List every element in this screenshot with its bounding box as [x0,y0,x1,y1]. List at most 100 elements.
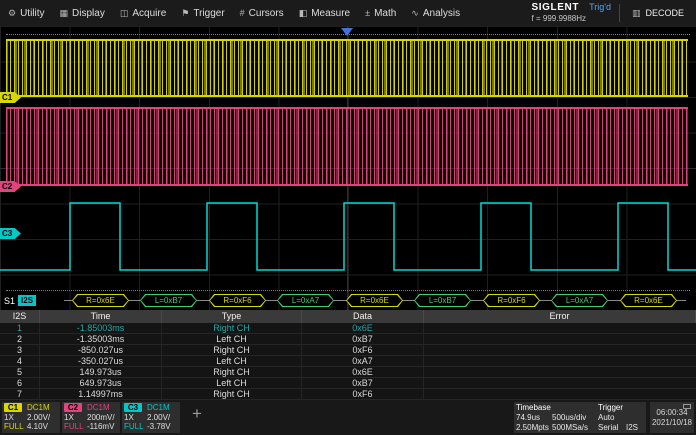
decode-button-label: DECODE [645,8,684,18]
c2-chip: C2 [64,403,82,413]
menu-trigger[interactable]: ⚑ Trigger [181,8,224,19]
c3-scale: 2.00V/ [147,412,171,422]
decode-table: I2S Time Type Data Error 1 -1.85003ms Righ… [0,310,696,400]
c3-bandwidth: FULL [124,422,144,432]
sample-rate: 500MSa/s [552,423,589,433]
math-icon: ± [365,8,371,18]
measure-icon: ◧ [298,7,308,18]
c2-scale: 200mV/ [87,412,115,422]
col-data: Data [302,310,424,323]
col-protocol: I2S [0,310,40,323]
menu-display[interactable]: ▦ Display [60,8,105,19]
menubar-right: SIGLENT Trig'd f = 999.9988Hz ▥ DECODE [532,2,688,24]
decode-bubble: R=0x6E [620,294,677,307]
timebase-memory: 2.50Mpts [516,423,549,433]
decode-bubble: L=0xB7 [140,294,197,307]
device-icon [683,404,691,409]
cursors-icon: # [239,8,245,18]
menu-bar: ⚙ Utility ▦ Display ◫ Acquire ⚑ Trigger … [0,0,696,26]
channel-box-c1[interactable]: C1 DC1M 1X 2.00V/ FULL 4.10V [2,402,60,433]
c2-probe: 1X [64,412,74,422]
decode-icon: ▥ [631,7,641,18]
display-icon: ▦ [59,7,69,18]
bus-prefix: S1 [4,295,16,306]
c1-scale: 2.00V/ [27,412,51,422]
menu-cursors-label: Cursors [248,7,284,19]
menu-analysis[interactable]: ∿ Analysis [411,8,460,19]
crosshair-icon: + [192,404,202,423]
c3-offset: -3.78V [147,422,171,432]
timebase-title: Timebase [516,402,551,412]
col-type: Type [162,310,302,323]
siglent-logo: SIGLENT [531,2,580,13]
trigger-status: Trig'd [589,2,611,12]
c3-coupling: DC1M [147,403,170,413]
decode-bubble: R=0x6E [346,294,403,307]
clock-panel: 06:00:34 2021/10/18 [650,402,694,433]
table-row[interactable]: 7 1.14997ms Right CH 0xF6 [0,389,696,400]
col-time: Time [40,310,162,323]
decode-bubble: L=0xA7 [551,294,608,307]
c3-probe: 1X [124,412,134,422]
c1-offset: 4.10V [27,422,48,432]
trigger-position-marker[interactable] [341,28,353,36]
trigger-type: Serial [598,423,619,433]
c3-waveform [0,202,696,271]
table-row[interactable]: 1 -1.85003ms Right CH 0x6E [0,323,696,334]
timebase-delay: 74.9us [516,412,541,422]
menu-trigger-label: Trigger [193,7,225,19]
c2-offset: -116mV [87,422,115,432]
channel-box-c2[interactable]: C2 DC1M 1X 200mV/ FULL -116mV [62,402,120,433]
menu-acquire-label: Acquire [132,7,167,19]
c1-probe: 1X [4,412,14,422]
menu-analysis-label: Analysis [422,7,461,19]
menu-measure-label: Measure [311,7,351,19]
status-bar: C1 DC1M 1X 2.00V/ FULL 4.10V C2 DC1M 1X … [0,400,696,435]
menu-measure[interactable]: ◧ Measure [299,8,350,19]
clock-time: 06:00:34 [656,407,688,417]
trigger-frequency-readout: f = 999.9988Hz [531,14,587,23]
table-row[interactable]: 3 -850.027us Right CH 0xF6 [0,345,696,356]
menu-display-label: Display [72,7,105,19]
decode-bubble: R=0xF6 [483,294,540,307]
menubar-divider [618,4,620,22]
menu-math-label: Math [374,7,397,19]
decode-bubble: L=0xB7 [414,294,471,307]
c1-chip: C1 [4,403,22,413]
bus-protocol-chip: I2S [18,295,37,306]
menu-utility[interactable]: ⚙ Utility [8,8,45,19]
waveform-display: C1 C2 C3 S1 I2S R=0x6E L=0xB7 R=0xF6 L=0… [0,26,696,310]
decode-bubble: R=0x6E [72,294,129,307]
trigger-title: Trigger [598,402,624,412]
c2-coupling: DC1M [87,403,110,413]
timebase-trigger-panel[interactable]: Timebase Trigger 74.9us 500us/div Auto 2… [514,402,646,433]
acquire-icon: ◫ [119,7,129,18]
decode-bus-label[interactable]: S1 I2S [4,295,37,306]
menu-acquire[interactable]: ◫ Acquire [120,8,166,19]
decode-bubble: L=0xA7 [277,294,334,307]
c1-bandwidth: FULL [4,422,24,432]
decode-table-header: I2S Time Type Data Error [0,310,696,323]
menu-math[interactable]: ± Math [365,8,396,19]
c3-chip: C3 [124,403,142,413]
decode-bubble: R=0xF6 [209,294,266,307]
trigger-flag-icon: ⚑ [181,7,190,18]
brand-block: SIGLENT Trig'd f = 999.9988Hz [532,2,611,24]
channel-box-c3[interactable]: C3 DC1M 1X 2.00V/ FULL -3.78V [122,402,180,433]
table-row[interactable]: 4 -350.027us Left CH 0xA7 [0,356,696,367]
menu-utility-label: Utility [20,7,45,19]
timebase-scale: 500us/div [552,412,587,422]
col-error: Error [424,310,696,323]
table-row[interactable]: 2 -1.35003ms Left CH 0xB7 [0,334,696,345]
analysis-icon: ∿ [411,7,419,18]
clock-date: 2021/10/18 [651,417,693,427]
table-row[interactable]: 6 649.973us Left CH 0xB7 [0,378,696,389]
decode-button[interactable]: ▥ DECODE [628,5,688,22]
trigger-mode: Auto [598,412,615,422]
table-row[interactable]: 5 149.973us Right CH 0x6E [0,367,696,378]
oscilloscope-screen: ⚙ Utility ▦ Display ◫ Acquire ⚑ Trigger … [0,0,696,435]
c2-bandwidth: FULL [64,422,84,432]
menu-cursors[interactable]: # Cursors [240,8,284,19]
utility-icon: ⚙ [8,7,17,18]
c1-coupling: DC1M [27,403,50,413]
